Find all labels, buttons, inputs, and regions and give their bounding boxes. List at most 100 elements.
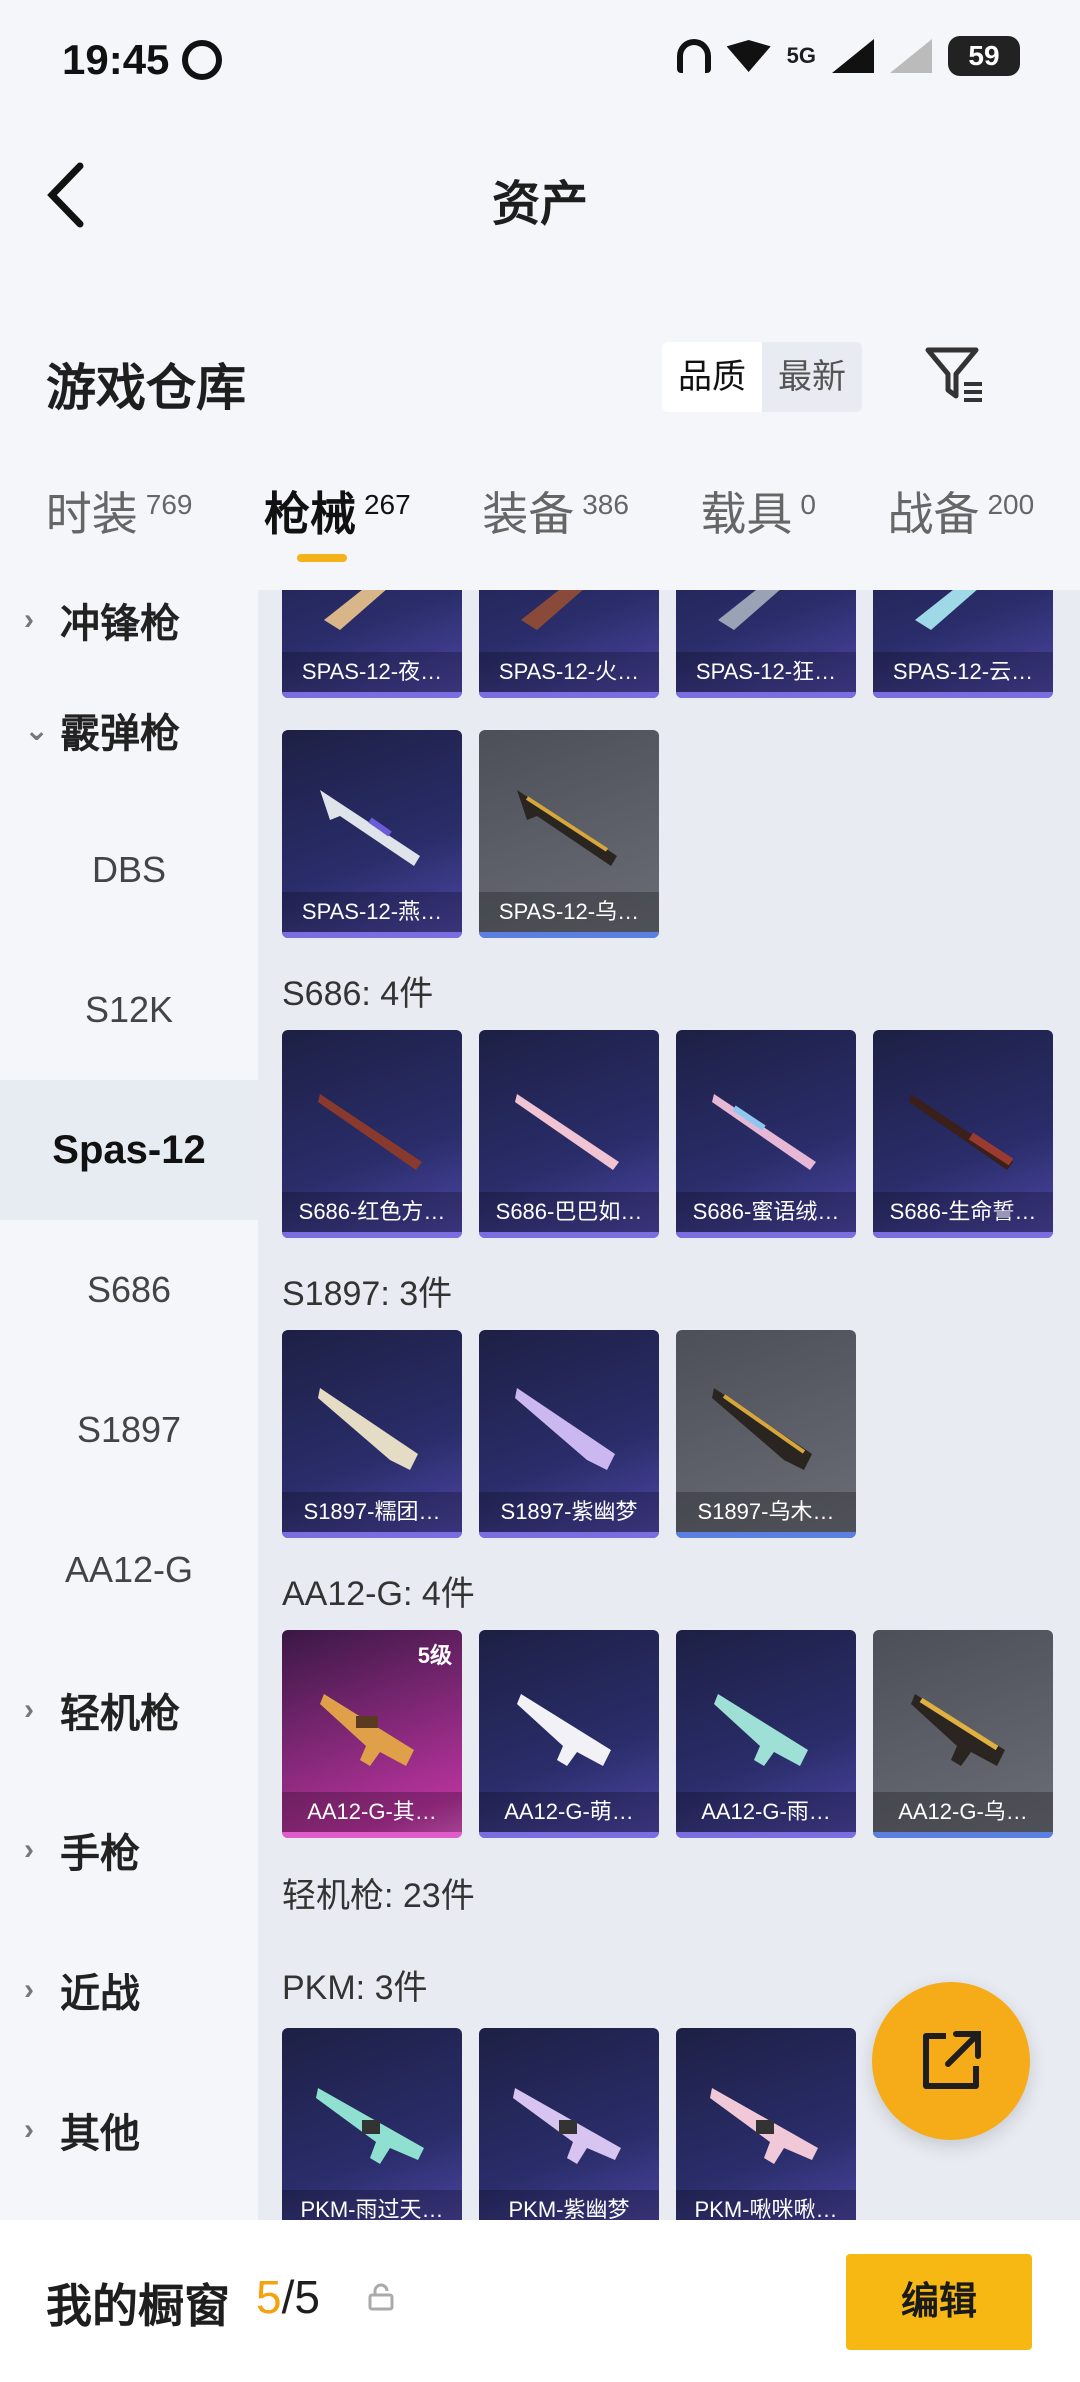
sort-newest-button[interactable]: 最新 bbox=[762, 342, 862, 412]
share-fab-button[interactable] bbox=[872, 1982, 1030, 2140]
spas12-row-2: SPAS-12-燕… SPAS-12-乌… bbox=[282, 730, 659, 938]
weapon-card[interactable]: 5级 AA12-G-其… bbox=[282, 1630, 462, 1838]
weapon-card[interactable]: SPAS-12-火… bbox=[479, 590, 659, 698]
shotgun-icon bbox=[515, 1388, 615, 1470]
machine-gun-icon bbox=[710, 2088, 818, 2164]
sidebar-item-aa12g[interactable]: AA12-G bbox=[0, 1500, 258, 1640]
weapon-card[interactable]: S686-红色方… bbox=[282, 1030, 462, 1238]
weapon-card-label: PKM-紫幽梦 bbox=[479, 2190, 659, 2220]
tab-supplies[interactable]: 战备 200 bbox=[887, 478, 1034, 562]
weapon-card[interactable]: SPAS-12-云… bbox=[873, 590, 1053, 698]
rifle-icon bbox=[911, 1694, 1005, 1766]
chevron-right-icon: › bbox=[24, 603, 34, 636]
signal-icon bbox=[832, 39, 874, 73]
weapon-card[interactable]: PKM-啾咪啾… bbox=[676, 2028, 856, 2220]
weapon-card[interactable]: AA12-G-雨… bbox=[676, 1630, 856, 1838]
rifle-icon bbox=[320, 1694, 414, 1766]
weapon-card[interactable]: SPAS-12-燕… bbox=[282, 730, 462, 938]
tab-fashion[interactable]: 时装 769 bbox=[46, 478, 193, 562]
chevron-right-icon: › bbox=[24, 1833, 34, 1866]
machine-gun-icon bbox=[316, 2088, 424, 2164]
weapon-card[interactable]: SPAS-12-乌… bbox=[479, 730, 659, 938]
weapon-card[interactable]: PKM-紫幽梦 bbox=[479, 2028, 659, 2220]
weapon-card[interactable]: AA12-G-乌… bbox=[873, 1630, 1053, 1838]
sidebar-item-dbs[interactable]: DBS bbox=[0, 800, 258, 940]
sidebar-item-label: 轻机枪 bbox=[60, 1692, 180, 1736]
weapon-card-label: S686-生命誓… bbox=[873, 1192, 1053, 1232]
sidebar-item-shotgun[interactable]: ⌄ 霰弹枪 bbox=[0, 660, 258, 800]
weapon-card-label: AA12-G-乌… bbox=[873, 1792, 1053, 1832]
page-title: 资产 bbox=[491, 178, 588, 231]
edit-button[interactable]: 编辑 bbox=[846, 2254, 1032, 2350]
chevron-right-icon: › bbox=[24, 1693, 34, 1726]
sort-quality-button[interactable]: 品质 bbox=[662, 342, 762, 412]
weapon-card-label: SPAS-12-燕… bbox=[282, 892, 462, 932]
showcase-bar: 我的橱窗 5/5 编辑 bbox=[0, 2220, 1080, 2382]
filter-button[interactable] bbox=[924, 344, 986, 404]
weapon-grid: SPAS-12-夜… SPAS-12-火… SPAS-12-狂… SPAS-12… bbox=[258, 590, 1080, 2220]
rarity-bar bbox=[676, 1532, 856, 1538]
rarity-bar bbox=[479, 1532, 659, 1538]
weapon-card-label: S1897-乌木… bbox=[676, 1492, 856, 1532]
signal-weak-icon bbox=[890, 39, 932, 73]
rarity-bar bbox=[873, 1232, 1053, 1238]
sort-toggle: 品质 最新 bbox=[662, 342, 862, 412]
weapon-card-label: SPAS-12-乌… bbox=[479, 892, 659, 932]
sidebar-item-s12k[interactable]: S12K bbox=[0, 940, 258, 1080]
weapon-card[interactable]: S686-蜜语绒… bbox=[676, 1030, 856, 1238]
weapon-card[interactable]: S686-巴巴如… bbox=[479, 1030, 659, 1238]
weapon-card-label: AA12-G-雨… bbox=[676, 1792, 856, 1832]
sidebar-item-label: 冲锋枪 bbox=[60, 602, 180, 646]
rarity-bar bbox=[479, 932, 659, 938]
rarity-bar bbox=[479, 1232, 659, 1238]
sidebar-item-smg[interactable]: › 冲锋枪 bbox=[0, 590, 258, 660]
weapon-card[interactable]: PKM-雨过天… bbox=[282, 2028, 462, 2220]
group-title-lmg: 轻机枪: 23件 bbox=[282, 1877, 475, 1915]
rifle-icon bbox=[714, 1694, 808, 1766]
weapon-card[interactable]: S1897-紫幽梦 bbox=[479, 1330, 659, 1538]
rarity-bar bbox=[282, 1232, 462, 1238]
chevron-right-icon: › bbox=[24, 1973, 34, 2006]
rarity-bar bbox=[282, 692, 462, 698]
weapon-card-label: PKM-雨过天… bbox=[282, 2190, 462, 2220]
sidebar-item-label: 霰弹枪 bbox=[60, 712, 180, 756]
weapon-card[interactable]: AA12-G-萌… bbox=[479, 1630, 659, 1838]
weapon-card[interactable]: S1897-糯团… bbox=[282, 1330, 462, 1538]
sidebar-item-s1897[interactable]: S1897 bbox=[0, 1360, 258, 1500]
tab-vehicles[interactable]: 载具 0 bbox=[700, 478, 816, 562]
spas12-row-1: SPAS-12-夜… SPAS-12-火… SPAS-12-狂… SPAS-12… bbox=[282, 590, 1053, 698]
shotgun-icon bbox=[915, 590, 977, 630]
chevron-down-icon: ⌄ bbox=[24, 713, 50, 747]
weapon-card[interactable]: S686-生命誓… bbox=[873, 1030, 1053, 1238]
sidebar-item-label: 其他 bbox=[60, 2112, 140, 2156]
rarity-bar bbox=[282, 1832, 462, 1838]
tab-equipment[interactable]: 装备 386 bbox=[482, 478, 629, 562]
sidebar-item-spas12[interactable]: Spas-12 bbox=[0, 1080, 258, 1220]
weapon-card[interactable]: SPAS-12-狂… bbox=[676, 590, 856, 698]
rarity-bar bbox=[676, 1832, 856, 1838]
network-label: 5G bbox=[786, 43, 816, 68]
status-icons: 5G 59 bbox=[676, 36, 1020, 76]
rarity-bar bbox=[676, 1232, 856, 1238]
weapon-card-label: AA12-G-萌… bbox=[479, 1792, 659, 1832]
showcase-title: 我的橱窗 bbox=[46, 2280, 230, 2332]
group-title-pkm: PKM: 3件 bbox=[282, 1969, 428, 2007]
group-title-s686: S686: 4件 bbox=[282, 975, 434, 1013]
level-badge: 5级 bbox=[417, 1643, 452, 1668]
weapon-card-label: S1897-紫幽梦 bbox=[479, 1492, 659, 1532]
filter-icon bbox=[925, 347, 982, 402]
tab-label: 战备 bbox=[887, 488, 980, 540]
rarity-bar bbox=[479, 692, 659, 698]
weapon-card[interactable]: SPAS-12-夜… bbox=[282, 590, 462, 698]
sidebar-item-other[interactable]: › 其他 bbox=[0, 2060, 258, 2200]
rifle-icon bbox=[517, 1694, 611, 1766]
sidebar-item-pistol[interactable]: › 手枪 bbox=[0, 1780, 258, 1920]
wifi-icon bbox=[726, 40, 771, 72]
weapon-card[interactable]: S1897-乌木… bbox=[676, 1330, 856, 1538]
rarity-bar bbox=[282, 932, 462, 938]
sidebar-item-s686[interactable]: S686 bbox=[0, 1220, 258, 1360]
weapon-card-label: S1897-糯团… bbox=[282, 1492, 462, 1532]
sidebar-item-lmg[interactable]: › 轻机枪 bbox=[0, 1640, 258, 1780]
sidebar-item-melee[interactable]: › 近战 bbox=[0, 1920, 258, 2060]
tab-firearms[interactable]: 枪械 267 bbox=[264, 478, 411, 562]
